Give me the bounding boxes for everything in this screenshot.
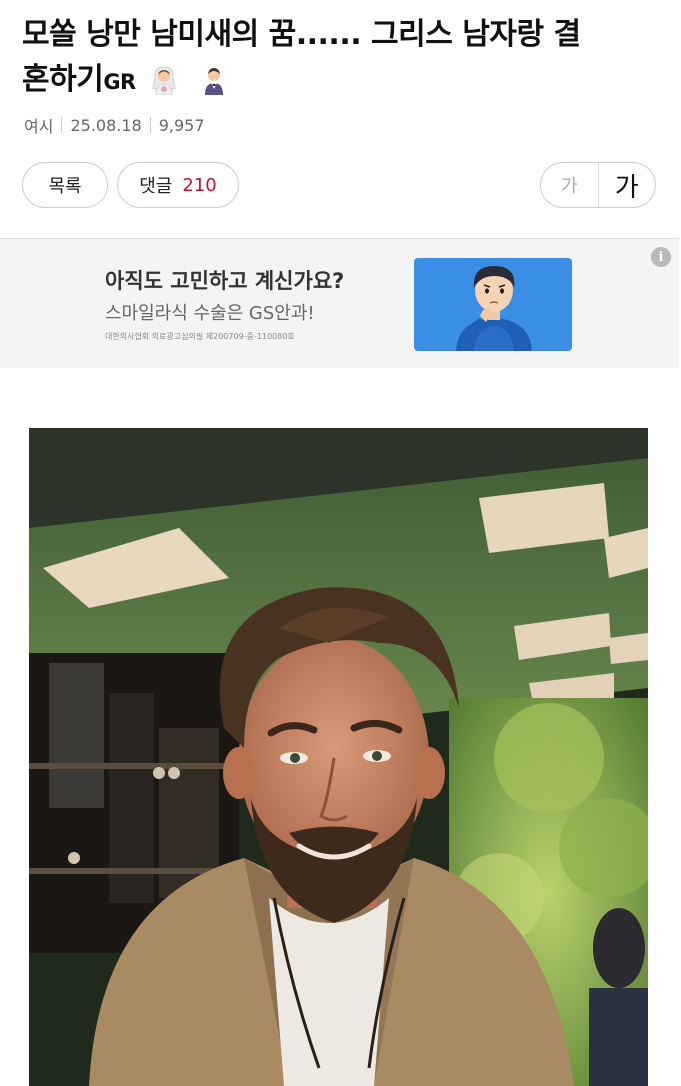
post-title-suffix: GR [103,70,136,94]
post-author[interactable]: 여시 [24,113,53,137]
ad-fine-print: 대한의사협회 의료광고심의필 제200709-중-110080호 [105,332,295,341]
post-views: 9,957 [158,115,205,135]
font-size-small-button[interactable]: 가 [541,163,598,207]
bride-emoji-icon [152,66,176,95]
ad-headline: 아직도 고민하고 계신가요? [105,269,345,293]
comment-count: 210 [182,174,217,196]
post-image[interactable] [29,428,648,1086]
ad-info-icon[interactable]: i [651,247,671,267]
font-size-small-label: 가 [560,176,578,197]
ad-banner[interactable]: 아직도 고민하고 계신가요? 스마일라식 수술은 GS안과! 대한의사협회 의료… [0,238,679,368]
post-title-line1: 모쏠 낭만 남미새의 꿈...... 그리스 남자랑 결 [22,17,581,52]
post-date: 25.08.18 [70,115,142,135]
list-button-label: 목록 [48,176,82,197]
post-page: 모쏠 낭만 남미새의 꿈...... 그리스 남자랑 결 혼하기GR 여시 25… [0,0,681,1086]
comment-button-label: 댓글 [139,176,173,197]
font-size-large-label: 가 [614,172,639,203]
font-size-toggle: 가 가 [540,162,656,208]
comment-button[interactable]: 댓글 210 [117,162,239,208]
thinking-man-illustration-icon[interactable] [414,258,572,351]
post-title: 모쏠 낭만 남미새의 꿈...... 그리스 남자랑 결 혼하기GR [22,12,662,105]
smiling-bearded-man-photo-icon [29,428,648,1086]
groom-emoji-icon [204,68,223,95]
ad-subline: 스마일라식 수술은 GS안과! [105,303,315,324]
post-title-line2: 혼하기 [22,62,104,97]
font-size-large-button[interactable]: 가 [597,163,656,207]
meta-divider [149,117,151,133]
post-meta: 여시 25.08.18 9,957 [24,113,205,137]
meta-divider [61,117,63,133]
list-button[interactable]: 목록 [22,162,108,208]
